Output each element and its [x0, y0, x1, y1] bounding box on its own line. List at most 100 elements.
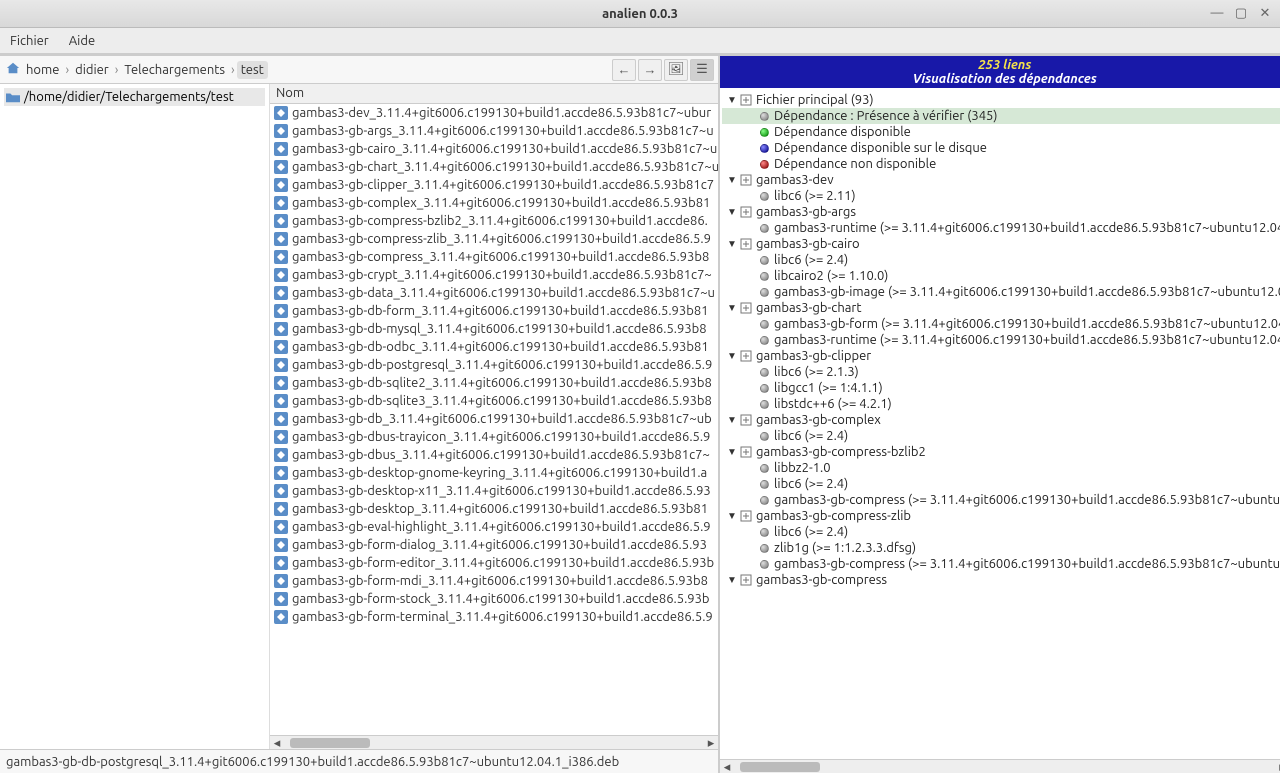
- tree-dependency-node[interactable]: Dépendance disponible: [722, 124, 1280, 140]
- file-row[interactable]: gambas3-gb-compress-bzlib2_3.11.4+git600…: [270, 212, 718, 230]
- crumb-test[interactable]: test: [237, 61, 268, 79]
- scroll-right-icon[interactable]: ▸: [704, 736, 718, 749]
- file-row[interactable]: gambas3-gb-cairo_3.11.4+git6006.c199130+…: [270, 140, 718, 158]
- window-controls: — ▢ ✕: [1208, 4, 1274, 22]
- expander-icon[interactable]: ▼: [726, 510, 738, 522]
- folder-item[interactable]: /home/didier/Telechargements/test: [4, 88, 265, 106]
- file-row[interactable]: gambas3-gb-eval-highlight_3.11.4+git6006…: [270, 518, 718, 536]
- file-row[interactable]: gambas3-gb-compress-zlib_3.11.4+git6006.…: [270, 230, 718, 248]
- crumb-home[interactable]: home: [22, 61, 63, 79]
- file-row[interactable]: gambas3-gb-dbus_3.11.4+git6006.c199130+b…: [270, 446, 718, 464]
- tree-dependency-node[interactable]: libbz2-1.0: [722, 460, 1280, 476]
- tree-dependency-node[interactable]: libgcc1 (>= 1:4.1.1): [722, 380, 1280, 396]
- list-view-button[interactable]: ☰: [690, 59, 714, 81]
- dependency-tree[interactable]: ▼Fichier principal (93)Dépendance : Prés…: [720, 88, 1280, 759]
- file-row[interactable]: gambas3-gb-dbus-trayicon_3.11.4+git6006.…: [270, 428, 718, 446]
- tree-package-node[interactable]: ▼gambas3-dev: [722, 172, 1280, 188]
- tree-package-node[interactable]: ▼gambas3-gb-chart: [722, 300, 1280, 316]
- package-icon: [740, 574, 752, 586]
- file-row[interactable]: gambas3-gb-crypt_3.11.4+git6006.c199130+…: [270, 266, 718, 284]
- tree-package-node[interactable]: ▼gambas3-gb-compress-bzlib2: [722, 444, 1280, 460]
- forward-button[interactable]: →: [638, 59, 662, 81]
- file-name: gambas3-gb-form-stock_3.11.4+git6006.c19…: [292, 592, 710, 606]
- file-row[interactable]: gambas3-gb-db-sqlite3_3.11.4+git6006.c19…: [270, 392, 718, 410]
- file-row[interactable]: gambas3-gb-db-sqlite2_3.11.4+git6006.c19…: [270, 374, 718, 392]
- file-row[interactable]: gambas3-dev_3.11.4+git6006.c199130+build…: [270, 104, 718, 122]
- scroll-left-icon[interactable]: ◂: [270, 736, 284, 749]
- file-row[interactable]: gambas3-gb-form-stock_3.11.4+git6006.c19…: [270, 590, 718, 608]
- file-row[interactable]: gambas3-gb-form-dialog_3.11.4+git6006.c1…: [270, 536, 718, 554]
- tree-dependency-node[interactable]: gambas3-gb-compress (>= 3.11.4+git6006.c…: [722, 492, 1280, 508]
- scroll-right-icon[interactable]: ▸: [1275, 760, 1280, 773]
- column-header-nom[interactable]: Nom: [270, 84, 718, 104]
- tree-dependency-node[interactable]: libc6 (>= 2.11): [722, 188, 1280, 204]
- close-icon[interactable]: ✕: [1256, 4, 1274, 22]
- tree-package-node[interactable]: ▼gambas3-gb-compress: [722, 572, 1280, 588]
- tree-dependency-node[interactable]: Dépendance : Présence à vérifier (345): [722, 108, 1280, 124]
- tree-package-node[interactable]: ▼Fichier principal (93): [722, 92, 1280, 108]
- home-icon[interactable]: [6, 61, 20, 78]
- file-row[interactable]: gambas3-gb-data_3.11.4+git6006.c199130+b…: [270, 284, 718, 302]
- tree-label: gambas3-runtime (>= 3.11.4+git6006.c1991…: [774, 221, 1280, 235]
- tree-package-node[interactable]: ▼gambas3-gb-args: [722, 204, 1280, 220]
- tree-dependency-node[interactable]: gambas3-gb-form (>= 3.11.4+git6006.c1991…: [722, 316, 1280, 332]
- tree-dependency-node[interactable]: libc6 (>= 2.4): [722, 252, 1280, 268]
- tree-dependency-node[interactable]: libcairo2 (>= 1.10.0): [722, 268, 1280, 284]
- expander-icon[interactable]: ▼: [726, 302, 738, 314]
- expander-icon[interactable]: ▼: [726, 446, 738, 458]
- file-row[interactable]: gambas3-gb-db-mysql_3.11.4+git6006.c1991…: [270, 320, 718, 338]
- file-row[interactable]: gambas3-gb-db-postgresql_3.11.4+git6006.…: [270, 356, 718, 374]
- file-row[interactable]: gambas3-gb-db-form_3.11.4+git6006.c19913…: [270, 302, 718, 320]
- file-row[interactable]: gambas3-gb-chart_3.11.4+git6006.c199130+…: [270, 158, 718, 176]
- tree-dependency-node[interactable]: libc6 (>= 2.4): [722, 524, 1280, 540]
- tree-dependency-node[interactable]: libc6 (>= 2.1.3): [722, 364, 1280, 380]
- file-row[interactable]: gambas3-gb-form-terminal_3.11.4+git6006.…: [270, 608, 718, 626]
- tree-dependency-node[interactable]: libc6 (>= 2.4): [722, 476, 1280, 492]
- tree-dependency-node[interactable]: Dépendance non disponible: [722, 156, 1280, 172]
- back-button[interactable]: ←: [612, 59, 636, 81]
- file-row[interactable]: gambas3-gb-clipper_3.11.4+git6006.c19913…: [270, 176, 718, 194]
- file-name: gambas3-gb-dbus-trayicon_3.11.4+git6006.…: [292, 430, 710, 444]
- expander-icon[interactable]: ▼: [726, 574, 738, 586]
- tree-dependency-node[interactable]: libstdc++6 (>= 4.2.1): [722, 396, 1280, 412]
- tree-package-node[interactable]: ▼gambas3-gb-cairo: [722, 236, 1280, 252]
- file-row[interactable]: gambas3-gb-complex_3.11.4+git6006.c19913…: [270, 194, 718, 212]
- crumb-didier[interactable]: didier: [71, 61, 113, 79]
- expander-icon[interactable]: ▼: [726, 94, 738, 106]
- file-row[interactable]: gambas3-gb-form-mdi_3.11.4+git6006.c1991…: [270, 572, 718, 590]
- tree-dependency-node[interactable]: Dépendance disponible sur le disque: [722, 140, 1280, 156]
- file-row[interactable]: gambas3-gb-desktop_3.11.4+git6006.c19913…: [270, 500, 718, 518]
- file-row[interactable]: gambas3-gb-desktop-x11_3.11.4+git6006.c1…: [270, 482, 718, 500]
- file-row[interactable]: gambas3-gb-args_3.11.4+git6006.c199130+b…: [270, 122, 718, 140]
- expander-icon[interactable]: ▼: [726, 238, 738, 250]
- tree-dependency-node[interactable]: gambas3-runtime (>= 3.11.4+git6006.c1991…: [722, 332, 1280, 348]
- horizontal-scrollbar[interactable]: ◂ ▸: [270, 735, 718, 749]
- expander-icon[interactable]: ▼: [726, 206, 738, 218]
- tree-package-node[interactable]: ▼gambas3-gb-compress-zlib: [722, 508, 1280, 524]
- tree-dependency-node[interactable]: gambas3-runtime (>= 3.11.4+git6006.c1991…: [722, 220, 1280, 236]
- tree-dependency-node[interactable]: gambas3-gb-compress (>= 3.11.4+git6006.c…: [722, 556, 1280, 572]
- tree-dependency-node[interactable]: gambas3-gb-image (>= 3.11.4+git6006.c199…: [722, 284, 1280, 300]
- image-view-button[interactable]: 🖼: [664, 59, 688, 81]
- file-row[interactable]: gambas3-gb-db_3.11.4+git6006.c199130+bui…: [270, 410, 718, 428]
- maximize-icon[interactable]: ▢: [1232, 4, 1250, 22]
- tree-dependency-node[interactable]: zlib1g (>= 1:1.2.3.3.dfsg): [722, 540, 1280, 556]
- file-row[interactable]: gambas3-gb-compress_3.11.4+git6006.c1991…: [270, 248, 718, 266]
- file-row[interactable]: gambas3-gb-db-odbc_3.11.4+git6006.c19913…: [270, 338, 718, 356]
- expander-icon[interactable]: ▼: [726, 350, 738, 362]
- tree-package-node[interactable]: ▼gambas3-gb-clipper: [722, 348, 1280, 364]
- tree-package-node[interactable]: ▼gambas3-gb-complex: [722, 412, 1280, 428]
- minimize-icon[interactable]: —: [1208, 4, 1226, 22]
- file-row[interactable]: gambas3-gb-desktop-gnome-keyring_3.11.4+…: [270, 464, 718, 482]
- scroll-left-icon[interactable]: ◂: [720, 760, 734, 773]
- crumb-telechargements[interactable]: Telechargements: [120, 61, 229, 79]
- menu-help[interactable]: Aide: [69, 34, 95, 48]
- expander-icon[interactable]: ▼: [726, 414, 738, 426]
- expander-icon[interactable]: ▼: [726, 174, 738, 186]
- tree-dependency-node[interactable]: libc6 (>= 2.4): [722, 428, 1280, 444]
- status-dot-icon: [758, 254, 770, 266]
- file-row[interactable]: gambas3-gb-form-editor_3.11.4+git6006.c1…: [270, 554, 718, 572]
- menu-file[interactable]: Fichier: [10, 34, 49, 48]
- file-list[interactable]: gambas3-dev_3.11.4+git6006.c199130+build…: [270, 104, 718, 735]
- horizontal-scrollbar[interactable]: ◂ ▸: [720, 759, 1280, 773]
